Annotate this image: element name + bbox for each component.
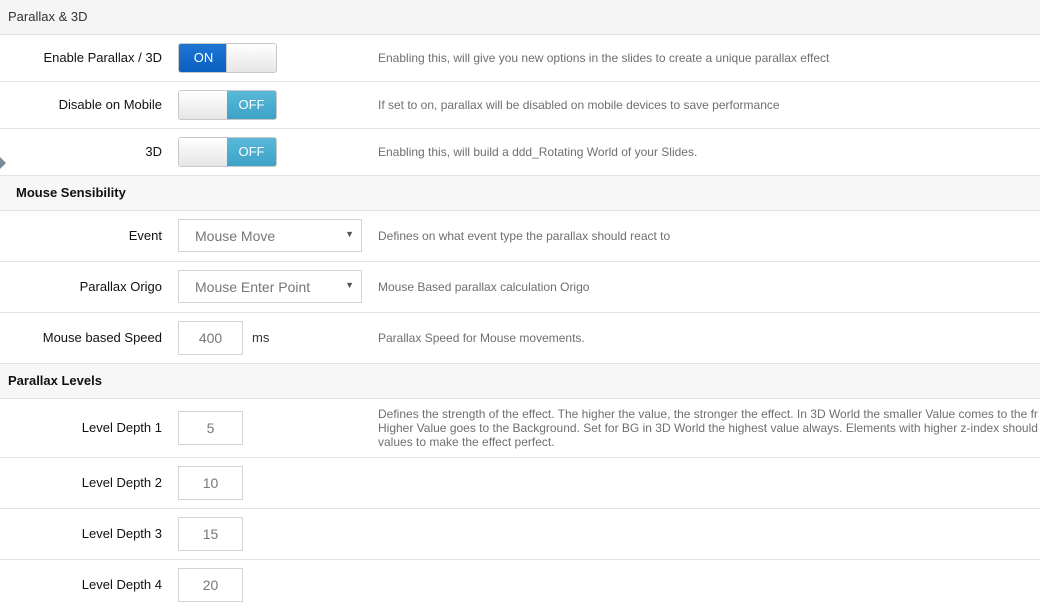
level-depth-3-label: Level Depth 3: [81, 526, 162, 541]
row-level-depth-4: Level Depth 4 20: [0, 560, 1040, 610]
enable-parallax-toggle[interactable]: ON: [178, 43, 277, 73]
toggle-knob: [179, 91, 229, 119]
mouse-speed-unit: ms: [252, 330, 270, 345]
caret-right-icon: [0, 157, 6, 169]
level-depth-1-label: Level Depth 1: [81, 420, 162, 435]
level-depth-3-input[interactable]: 15: [178, 517, 243, 551]
event-label: Event: [128, 228, 162, 243]
row-event: Event Mouse Move ▼ Defines on what event…: [0, 211, 1040, 262]
parallax-levels-title: Parallax Levels: [8, 373, 102, 388]
chevron-down-icon: ▼: [345, 280, 354, 290]
row-parallax-origo: Parallax Origo Mouse Enter Point ▼ Mouse…: [0, 262, 1040, 313]
section-title: Parallax & 3D: [8, 9, 88, 24]
level-depth-4-label: Level Depth 4: [81, 577, 162, 592]
row-3d: 3D OFF Enabling this, will build a ddd_R…: [0, 129, 1040, 176]
mouse-sensibility-heading: Mouse Sensibility: [0, 176, 1040, 211]
mouse-sensibility-title: Mouse Sensibility: [16, 185, 126, 200]
level-depth-4-input[interactable]: 20: [178, 568, 243, 602]
3d-toggle[interactable]: OFF: [178, 137, 277, 167]
levels-description-line: values to make the effect perfect.: [378, 435, 555, 449]
event-select-value: Mouse Move: [195, 228, 276, 244]
event-description: Defines on what event type the parallax …: [378, 229, 671, 243]
levels-description: Defines the strength of the effect. The …: [378, 407, 1038, 449]
parallax-origo-label: Parallax Origo: [79, 279, 162, 294]
row-mouse-speed: Mouse based Speed 400 ms Parallax Speed …: [0, 313, 1040, 364]
toggle-off-label: OFF: [227, 138, 276, 166]
mouse-speed-description: Parallax Speed for Mouse movements.: [378, 331, 585, 345]
toggle-off-label: OFF: [227, 91, 276, 119]
row-disable-mobile: Disable on Mobile OFF If set to on, para…: [0, 82, 1040, 129]
row-enable-parallax: Enable Parallax / 3D ON Enabling this, w…: [0, 35, 1040, 82]
parallax-origo-description: Mouse Based parallax calculation Origo: [378, 280, 590, 294]
toggle-knob: [226, 44, 276, 72]
disable-mobile-label: Disable on Mobile: [58, 97, 162, 112]
3d-description: Enabling this, will build a ddd_Rotating…: [378, 145, 698, 159]
level-depth-2-input[interactable]: 10: [178, 466, 243, 500]
mouse-speed-label: Mouse based Speed: [42, 330, 162, 345]
mouse-speed-input[interactable]: 400: [178, 321, 243, 355]
section-header[interactable]: Parallax & 3D: [0, 0, 1040, 35]
row-level-depth-3: Level Depth 3 15: [0, 509, 1040, 560]
enable-parallax-description: Enabling this, will give you new options…: [378, 51, 830, 65]
parallax-origo-select-value: Mouse Enter Point: [195, 279, 311, 295]
levels-description-line: Higher Value goes to the Background. Set…: [378, 421, 1038, 435]
parallax-origo-select[interactable]: Mouse Enter Point ▼: [178, 270, 362, 303]
row-level-depth-2: Level Depth 2 10: [0, 458, 1040, 509]
chevron-down-icon: ▼: [345, 229, 354, 239]
level-depth-1-input[interactable]: 5: [178, 411, 243, 445]
row-level-depth-1: Level Depth 1 5 Defines the strength of …: [0, 399, 1040, 458]
level-depth-2-label: Level Depth 2: [81, 475, 162, 490]
toggle-knob: [179, 138, 229, 166]
disable-mobile-toggle[interactable]: OFF: [178, 90, 277, 120]
enable-parallax-label: Enable Parallax / 3D: [43, 50, 162, 65]
levels-description-line: Defines the strength of the effect. The …: [378, 407, 1038, 421]
disable-mobile-description: If set to on, parallax will be disabled …: [378, 98, 780, 112]
event-select[interactable]: Mouse Move ▼: [178, 219, 362, 252]
parallax-levels-heading: Parallax Levels: [0, 364, 1040, 399]
toggle-on-label: ON: [179, 44, 228, 72]
3d-label: 3D: [145, 144, 162, 159]
